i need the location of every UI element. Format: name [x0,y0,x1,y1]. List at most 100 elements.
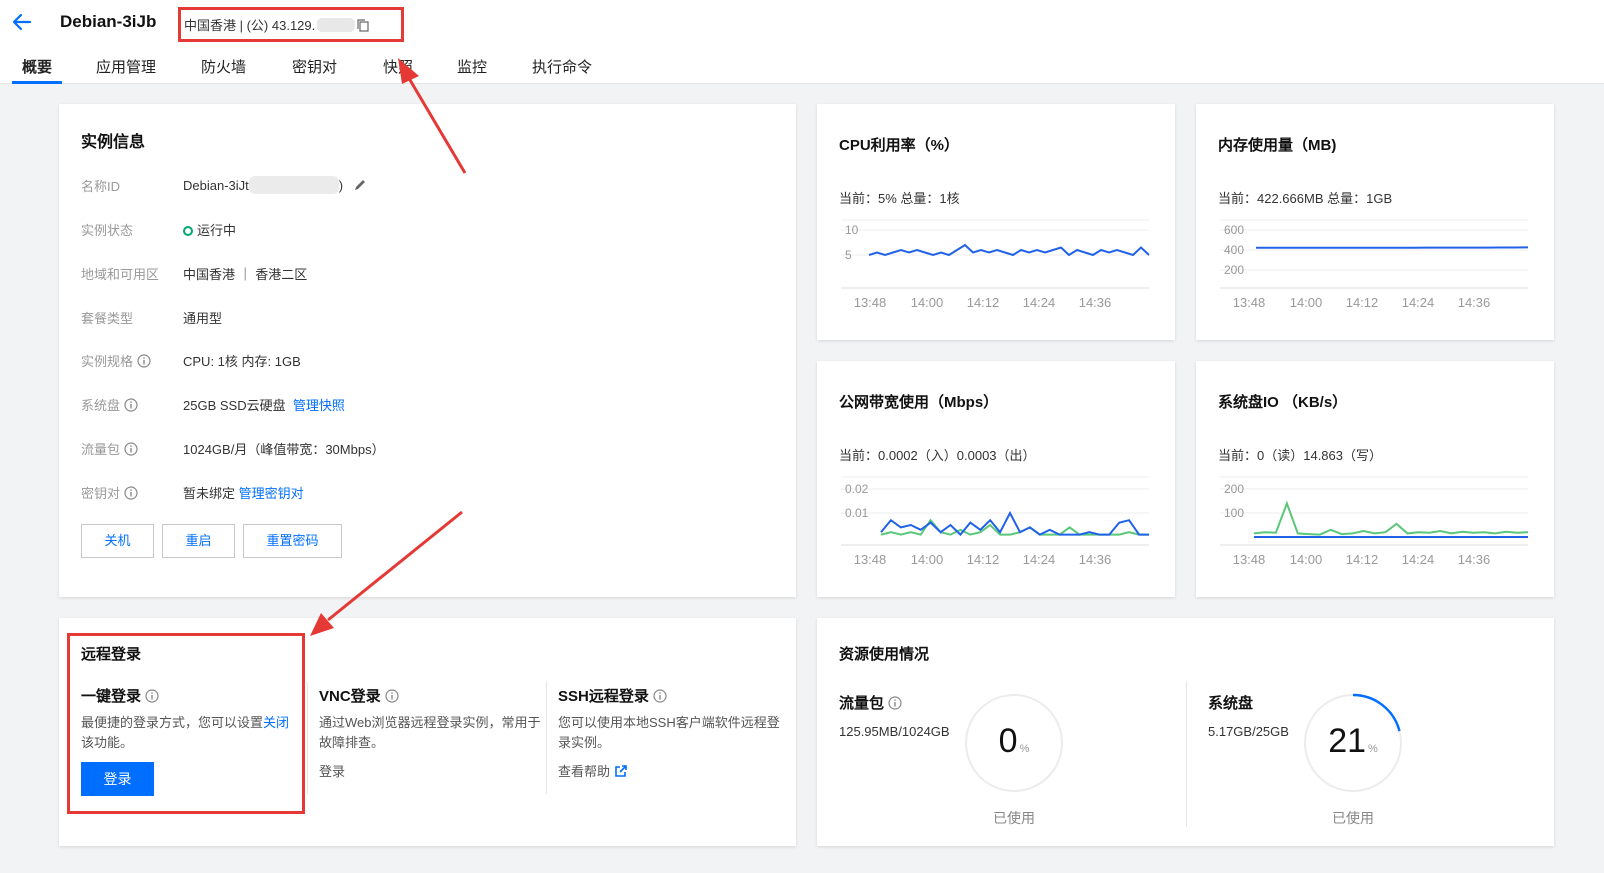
ssh-login-title: SSH远程登录 [558,685,667,706]
divider [546,682,547,794]
cpu-card-title: CPU利用率（%） [839,137,960,154]
cpu-line-chart: 10 5 13:48 14:00 14:12 14:24 14:36 [841,219,1150,310]
x-tick-label: 14:00 [1290,552,1323,567]
x-tick-label: 14:24 [1402,552,1435,567]
info-icon[interactable] [124,398,138,412]
value-name-id: Debian-3iJt) [183,176,367,194]
keypair-label-text: 密钥对 [81,486,121,501]
y-tick-label: 5 [845,248,852,262]
info-icon[interactable] [137,354,151,368]
x-tick-label: 14:12 [967,552,1000,567]
remote-login-title: 远程登录 [81,646,142,663]
bandwidth-current: 当前：0.0002（入）0.0003（出） [839,448,1036,463]
value-plan-type: 通用型 [183,311,223,326]
x-tick-label: 14:36 [1079,552,1112,567]
manage-snapshots-link[interactable]: 管理快照 [293,398,345,413]
memory-card-title: 内存使用量（MB) [1218,137,1337,154]
ip-address-text: 中国香港 | (公) 43.129. [184,18,316,33]
one-click-desc-text: 最便捷的登录方式，您可以设置 [81,715,264,730]
label-region: 地域和可用区 [81,267,160,282]
x-tick-label: 14:12 [1346,295,1379,310]
cpu-current: 当前：5% 总量：1核 [839,191,960,206]
x-tick-label: 13:48 [1233,295,1266,310]
ssh-login-desc: 您可以使用本地SSH客户端软件远程登录实例。 [558,715,780,750]
vnc-login-desc: 通过Web浏览器远程登录实例，常用于故障排查。 [319,715,541,750]
x-tick-label: 13:48 [854,295,887,310]
name-id-suffix: ) [338,178,344,193]
external-link-icon [615,765,627,777]
traffic-package-label: 流量包 [839,692,902,713]
y-tick-label: 400 [1224,243,1244,257]
keypair-value-text: 暂未绑定 [183,486,236,501]
vnc-title-text: VNC登录 [319,688,381,705]
disk-usage-percent: 21% [1303,722,1403,761]
x-tick-label: 13:48 [1233,552,1266,567]
one-click-login-button[interactable]: 登录 [81,762,154,796]
traffic-usage-percent: 0% [964,722,1064,761]
x-tick-label: 14:12 [967,295,1000,310]
tab-run-command[interactable]: 执行命令 [532,56,592,84]
y-tick-label: 200 [1224,263,1244,277]
label-spec: 实例规格 [81,351,151,370]
vnc-login-title: VNC登录 [319,685,399,706]
ssh-help-text: 查看帮助 [558,764,611,779]
y-tick-label: 0.01 [845,506,869,520]
tab-overview[interactable]: 概要 [11,56,63,84]
label-plan-type: 套餐类型 [81,311,134,326]
y-tick-label: 100 [1224,506,1244,520]
x-tick-label: 14:36 [1079,295,1112,310]
manage-key-pairs-link[interactable]: 管理密钥对 [239,486,304,501]
x-tick-label: 14:36 [1458,295,1491,310]
info-icon[interactable] [653,689,667,703]
tab-app-management[interactable]: 应用管理 [96,56,156,84]
percent-unit: % [1019,743,1030,755]
disk-io-card: 系统盘IO （KB/s） 当前：0（读）14.863（写） 200 100 13:4… [1196,361,1554,597]
one-click-login-desc: 最便捷的登录方式，您可以设置关闭该功能。 [81,713,299,753]
memory-usage-card: 内存使用量（MB) 当前：422.666MB 总量：1GB 600 400 200 1… [1196,104,1554,340]
info-icon[interactable] [145,689,159,703]
traffic-label-text: 流量包 [81,442,121,457]
restart-button[interactable]: 重启 [162,524,235,558]
copy-icon[interactable] [357,19,369,32]
back-arrow-icon[interactable] [10,10,34,34]
traffic-label-text: 流量包 [839,695,885,712]
resource-usage-card: 资源使用情况 流量包 125.95MB/1024GB 0% 已使用 系统盘 5.… [817,618,1554,846]
label-status: 实例状态 [81,223,134,238]
disk-io-line-chart: 200 100 13:48 14:00 14:12 14:24 14:36 [1220,476,1529,567]
x-tick-label: 14:36 [1458,552,1491,567]
status-text: 运行中 [197,223,237,238]
value-spec: CPU: 1核 内存: 1GB [183,354,301,369]
tab-snapshots[interactable]: 快照 [383,56,413,84]
value-system-disk: 25GB SSD云硬盘 管理快照 [183,395,345,414]
disable-one-click-link[interactable]: 关闭 [263,715,289,730]
info-icon[interactable] [385,689,399,703]
ssh-title-text: SSH远程登录 [558,688,649,705]
percent-unit: % [1368,743,1378,755]
one-click-desc-tail: 该功能。 [81,735,134,750]
disk-percent-value: 21 [1328,722,1367,760]
one-click-title-text: 一键登录 [81,688,142,705]
info-icon[interactable] [124,442,138,456]
label-system-disk: 系统盘 [81,395,138,414]
ssh-help-link[interactable]: 查看帮助 [558,762,627,782]
tab-monitoring[interactable]: 监控 [457,56,487,84]
bandwidth-card-title: 公网带宽使用（Mbps） [839,394,999,411]
tab-firewall[interactable]: 防火墙 [201,56,246,84]
disk-used-label: 已使用 [1332,810,1374,826]
vnc-login-link[interactable]: 登录 [319,762,345,782]
instance-info-card: 实例信息 名称ID Debian-3iJt) 实例状态 运行中 地域和可用区 中… [59,104,796,597]
tab-key-pairs[interactable]: 密钥对 [292,56,337,84]
traffic-package-value: 125.95MB/1024GB [839,724,950,739]
reset-password-button[interactable]: 重置密码 [243,524,342,558]
bandwidth-usage-card: 公网带宽使用（Mbps） 当前：0.0002（入）0.0003（出） 0.02 0… [817,361,1175,597]
remote-login-card: 远程登录 一键登录 最便捷的登录方式，您可以设置关闭 该功能。 登录 VNC登录 … [59,618,796,846]
system-disk-label: 系统盘 [1208,695,1254,712]
info-icon[interactable] [124,486,138,500]
running-status-icon [183,226,193,236]
divider [307,682,308,794]
shutdown-button[interactable]: 关机 [81,524,154,558]
info-icon[interactable] [888,696,902,710]
bandwidth-line-chart: 0.02 0.01 13:48 14:00 14:12 14:24 14:36 [841,476,1149,567]
edit-pencil-icon[interactable] [353,178,367,192]
disk-label-text: 系统盘 [81,398,121,413]
